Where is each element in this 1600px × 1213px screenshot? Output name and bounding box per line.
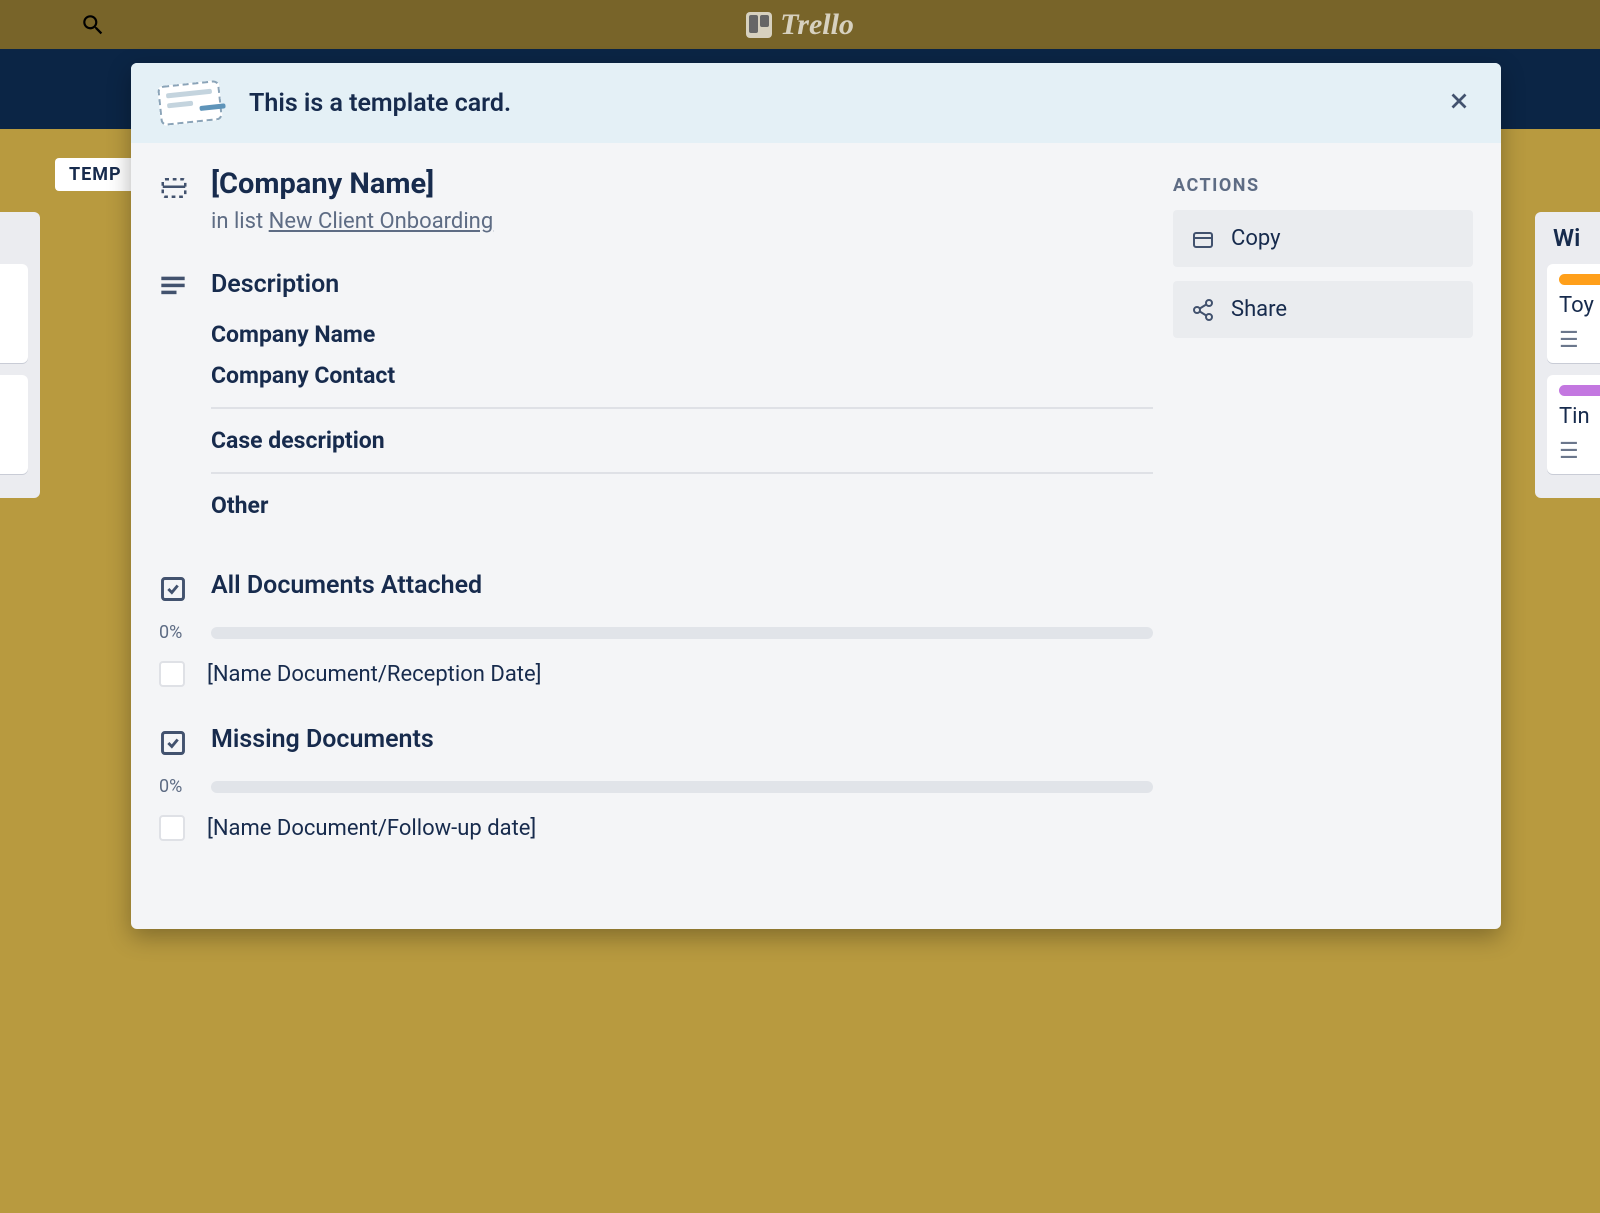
search-icon (80, 12, 106, 38)
card-label-orange (1559, 274, 1600, 285)
desc-company-name: Company Name (211, 321, 1153, 348)
card-title: Tin (1559, 404, 1600, 429)
checkbox[interactable] (159, 815, 185, 841)
actions-heading: ACTIONS (1173, 175, 1473, 196)
checklist-item[interactable]: [Name Document/Follow-up date] (159, 815, 1153, 841)
list-title[interactable]: Wi (1547, 224, 1600, 252)
checklist-progress: 0% (211, 776, 1153, 797)
board-card[interactable]: Toy ☰ (1547, 264, 1600, 363)
checklist-title[interactable]: Missing Documents (211, 725, 1153, 754)
template-card-icon (157, 80, 223, 126)
card-title-icon (159, 167, 191, 234)
card-title[interactable]: [Company Name] (211, 167, 1153, 201)
list-title[interactable]: Attor (0, 224, 28, 252)
close-icon (1446, 88, 1472, 114)
card-list-link[interactable]: New Client Onboarding (269, 209, 494, 234)
share-icon (1191, 298, 1215, 322)
card-header: [Company Name] in list New Client Onboar… (159, 167, 1153, 234)
card-title: Huds (0, 404, 16, 429)
description-icon (159, 270, 191, 533)
description-section: Description Company Name Company Contact… (159, 270, 1153, 533)
app-logo[interactable]: Trello (746, 8, 854, 42)
search-button[interactable] (80, 0, 280, 49)
card-title: Toy (1559, 293, 1600, 318)
progress-bar (211, 781, 1153, 793)
divider (211, 472, 1153, 474)
checklist-progress: 0% (211, 622, 1153, 643)
copy-label: Copy (1231, 226, 1281, 251)
app-name: Trello (780, 8, 854, 42)
card-title: Shiel (0, 293, 16, 318)
board-list: Attor Shiel ☰ Huds ☰ (0, 212, 40, 498)
card-modal: This is a template card. [Company Name] … (131, 63, 1501, 929)
description-body[interactable]: Company Name Company Contact Case descri… (211, 321, 1153, 519)
card-label-purple (1559, 385, 1600, 396)
copy-icon (1191, 227, 1215, 251)
template-banner-text: This is a template card. (249, 89, 511, 118)
checklist-item-label: [Name Document/Follow-up date] (207, 816, 536, 841)
progress-percentage: 0% (159, 622, 197, 643)
checklist-title[interactable]: All Documents Attached (211, 571, 1153, 600)
board-list: Wi Toy ☰ Tin ☰ (1535, 212, 1600, 498)
list-prefix: in list (211, 209, 269, 234)
board-card[interactable]: Shiel ☰ (0, 264, 28, 363)
board-card[interactable]: Huds ☰ (0, 375, 28, 474)
desc-company-contact: Company Contact (211, 362, 1153, 389)
desc-case-description: Case description (211, 427, 1153, 454)
share-label: Share (1231, 297, 1287, 322)
checklist-section: All Documents Attached 0% [Name Document… (159, 571, 1153, 687)
description-icon: ☰ (0, 328, 16, 353)
description-title: Description (211, 270, 1153, 299)
board-header: Trello (0, 0, 1600, 49)
close-button[interactable] (1439, 81, 1479, 121)
share-button[interactable]: Share (1173, 281, 1473, 338)
trello-glyph-icon (746, 12, 772, 38)
copy-button[interactable]: Copy (1173, 210, 1473, 267)
card-list-info: in list New Client Onboarding (211, 209, 1153, 234)
board-card[interactable]: Tin ☰ (1547, 375, 1600, 474)
progress-bar (211, 627, 1153, 639)
progress-percentage: 0% (159, 776, 197, 797)
description-icon: ☰ (1559, 328, 1600, 353)
checklist-section: Missing Documents 0% [Name Document/Foll… (159, 725, 1153, 841)
template-board-badge[interactable]: TEMP (55, 158, 136, 191)
description-icon: ☰ (0, 439, 16, 464)
desc-other: Other (211, 492, 1153, 519)
checkbox[interactable] (159, 661, 185, 687)
checklist-item[interactable]: [Name Document/Reception Date] (159, 661, 1153, 687)
description-icon: ☰ (1559, 439, 1600, 464)
divider (211, 407, 1153, 409)
template-banner: This is a template card. (131, 63, 1501, 143)
checklist-item-label: [Name Document/Reception Date] (207, 662, 541, 687)
